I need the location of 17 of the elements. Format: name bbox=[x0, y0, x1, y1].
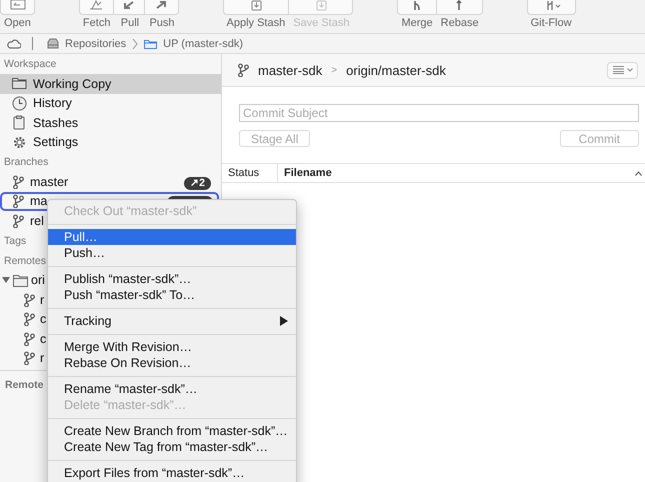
branch-name: master-sdk bbox=[258, 62, 322, 78]
toolbar-label: Merge bbox=[400, 17, 434, 29]
toolbar-label: Apply Stash bbox=[226, 17, 286, 29]
toolbar-label: Pull bbox=[120, 17, 140, 29]
section-header: Remotes bbox=[3, 254, 46, 268]
section-header: Remote bbox=[4, 378, 44, 393]
separator-text: > bbox=[331, 64, 338, 76]
section-header: Tags bbox=[3, 234, 26, 248]
section-header: Workspace bbox=[3, 57, 56, 72]
toolbar-label: Open bbox=[3, 17, 32, 29]
toolbar-label: Rebase bbox=[440, 17, 480, 29]
remote-branch-name: origin/master-sdk bbox=[346, 62, 446, 78]
ahead-badge: ↗2 bbox=[184, 177, 211, 190]
toolbar-label: Fetch bbox=[82, 17, 112, 29]
toolbar-label: Git-Flow bbox=[530, 17, 573, 29]
toolbar-label: Push bbox=[148, 17, 176, 29]
section-header: Branches bbox=[3, 155, 48, 170]
